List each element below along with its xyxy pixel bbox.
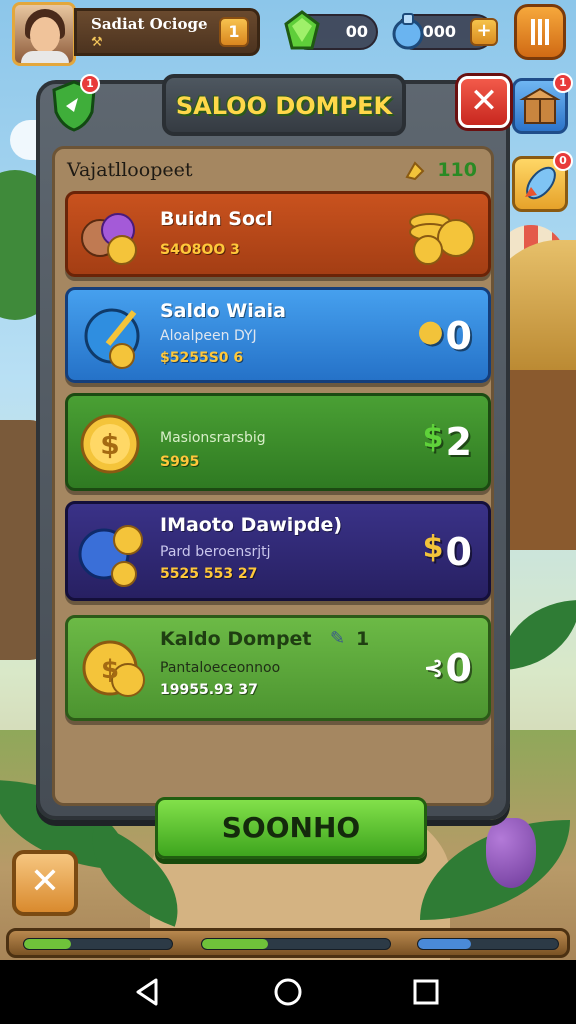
gem-value: 00 xyxy=(345,22,368,41)
coin-icon: $ xyxy=(80,414,140,474)
share-icon: ⊰ xyxy=(423,654,444,682)
confirm-button[interactable]: SOONHO xyxy=(155,797,427,859)
potion-counter[interactable]: 000 + xyxy=(392,13,498,50)
row-value: $0 xyxy=(423,530,472,574)
subheader-value: 110 xyxy=(437,159,477,181)
wallet-row[interactable]: Saldo Wiaia Aloalpeen DYJ $5255S0 6 ●0 xyxy=(65,287,491,383)
coin-stack-icon xyxy=(81,213,137,265)
panel-content: Vajatlloopeet 110 Buidn Socl S4O8OO 3 Sa… xyxy=(52,146,494,859)
avatar-body xyxy=(21,51,69,63)
progress-strip xyxy=(6,928,570,958)
row-subtitle: Pard beroensrjtj xyxy=(160,544,271,560)
coin-stack-icon xyxy=(78,525,143,587)
progress-fill xyxy=(24,939,72,949)
row-subtitle: Pantaloeceonnoo xyxy=(160,660,281,676)
row-title: IMaoto Dawipde) xyxy=(160,514,343,536)
row-number: $5255S0 6 xyxy=(160,350,244,366)
offer-notification-badge: 0 xyxy=(553,151,573,171)
row-number: 19955.93 37 xyxy=(160,682,258,698)
row-number: S4O8OO 3 xyxy=(160,242,240,258)
wallet-row[interactable]: IMaoto Dawipde) Pard beroensrjtj 5525 55… xyxy=(65,501,491,601)
dollar-icon: $ xyxy=(422,420,444,455)
row-title: Kaldo Dompet xyxy=(160,628,312,650)
avatar[interactable] xyxy=(12,2,76,66)
wallet-icon xyxy=(84,308,140,369)
row-subtitle: Aloalpeen DYJ xyxy=(160,328,257,344)
gold-coins-icon xyxy=(409,213,475,265)
menu-button[interactable] xyxy=(514,4,566,60)
row-value-text: 2 xyxy=(445,420,472,464)
tools-icon: ⚒ xyxy=(91,35,103,50)
coin-icon: ● xyxy=(417,314,444,349)
row-value-text: 0 xyxy=(445,646,472,690)
player-name: Sadiat Ocioge xyxy=(91,15,208,33)
row-title: Saldo Wiaia xyxy=(160,300,286,322)
level-badge: 1 xyxy=(219,17,249,47)
shop-notification-badge: 1 xyxy=(553,73,573,93)
title-plate: SALOO DOMPEK xyxy=(162,74,406,136)
grape xyxy=(486,818,536,888)
row-title: Buidn Socl xyxy=(160,208,273,230)
player-info[interactable]: Sadiat Ocioge ⚒ 1 xyxy=(74,8,260,56)
hut-wall xyxy=(506,370,576,550)
subheader-label: Vajatlloopeet xyxy=(67,159,193,181)
back-icon[interactable] xyxy=(130,974,166,1010)
wallet-panel: 1 SALOO DOMPEK ✕ Vajatlloopeet 110 Buidn… xyxy=(36,74,510,859)
android-navbar xyxy=(0,960,576,1024)
wallet-row[interactable]: $ Kaldo Dompet ✎ 1 Pantaloeceonnoo 19955… xyxy=(65,615,491,721)
corner-close-button[interactable]: ✕ xyxy=(12,850,78,916)
gem-counter[interactable]: 00 xyxy=(284,10,378,50)
row-value: $2 xyxy=(423,420,472,464)
coin-icon xyxy=(405,161,425,181)
coin-icon: $ xyxy=(82,640,145,697)
svg-text:$: $ xyxy=(100,428,119,461)
wallet-row[interactable]: $ Masionsrarsbig S995 $2 xyxy=(65,393,491,491)
wallet-row[interactable]: Buidn Socl S4O8OO 3 xyxy=(65,191,491,277)
progress-bar xyxy=(417,938,559,950)
progress-bar xyxy=(201,938,391,950)
row-value: ⊰0 xyxy=(423,646,472,690)
row-value-text: 0 xyxy=(445,530,472,574)
recents-icon[interactable] xyxy=(408,974,444,1010)
row-subtitle: Masionsrarsbig xyxy=(160,430,266,446)
home-icon[interactable] xyxy=(270,974,306,1010)
row-number: 5525 553 27 xyxy=(160,566,258,582)
panel-title: SALOO DOMPEK xyxy=(175,92,393,120)
progress-fill xyxy=(202,939,268,949)
progress-fill xyxy=(418,939,472,949)
shop-crate-button[interactable]: 1 xyxy=(512,73,573,134)
add-currency-button[interactable]: + xyxy=(470,18,498,46)
menu-icon xyxy=(531,19,549,45)
progress-bar xyxy=(23,938,173,950)
row-value: ●0 xyxy=(417,314,472,358)
gem-icon xyxy=(284,10,320,50)
potion-value: 000 xyxy=(422,22,456,41)
row-title-badge: 1 xyxy=(356,628,370,650)
dollar-icon: $ xyxy=(422,530,444,565)
close-button[interactable]: ✕ xyxy=(458,76,510,128)
row-value-text: 0 xyxy=(445,314,472,358)
top-hud: Sadiat Ocioge ⚒ 1 00 000 + xyxy=(0,0,576,66)
shield-notification-badge: 1 xyxy=(80,74,100,94)
offer-button[interactable]: 0 xyxy=(512,151,573,212)
feather-icon: ✎ xyxy=(330,628,346,649)
svg-text:$: $ xyxy=(101,655,119,685)
row-number: S995 xyxy=(160,454,200,470)
avatar-face xyxy=(30,17,60,53)
